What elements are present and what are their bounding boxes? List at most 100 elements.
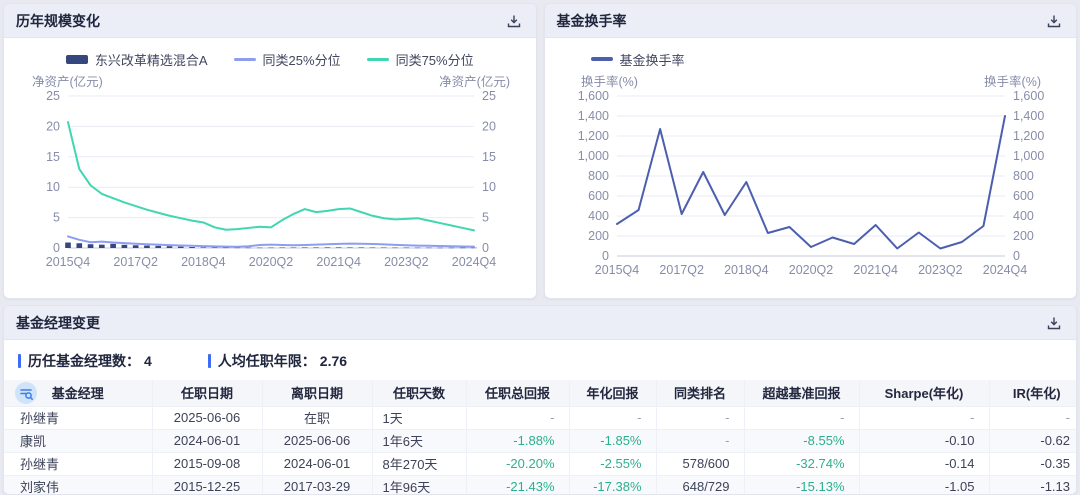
download-button[interactable] [1044,12,1064,30]
panel-turnover-header: 基金换手率 [545,4,1077,38]
svg-text:2024Q4: 2024Q4 [452,255,497,269]
table-cell: -17.38% [569,475,656,495]
legend-item-p75[interactable]: 同类75%分位 [367,50,474,69]
col-excess-return: 超越基准回报 [744,380,859,406]
turnover-legend: 基金换手率 [545,46,1077,72]
table-row: 孙继青2015-09-082024-06-018年270天-20.20%-2.5… [4,452,1077,475]
svg-text:200: 200 [1013,229,1034,243]
svg-text:2018Q4: 2018Q4 [724,263,769,277]
table-cell: - [656,429,744,452]
table-body: 孙继青2025-06-06在职1天------康凯2024-06-012025-… [4,406,1077,495]
svg-text:2015Q4: 2015Q4 [46,255,91,269]
panel-managers-title: 基金经理变更 [16,313,100,333]
svg-text:1,000: 1,000 [577,149,608,163]
table-cell: 1年96天 [372,475,466,495]
svg-text:5: 5 [53,211,60,225]
legend-item-fund[interactable]: 东兴改革精选混合A [66,50,208,69]
col-ir: IR(年化) [989,380,1077,406]
table-cell: -1.88% [466,429,569,452]
download-icon [507,14,521,28]
svg-text:25: 25 [46,89,60,103]
table-cell: -15.13% [744,475,859,495]
managers-table: 基金经理 任职日期 离职日期 任职天数 任职总回报 年化回报 同类排名 超越基准… [4,380,1077,495]
table-row: 刘家伟2015-12-252017-03-291年96天-21.43%-17.3… [4,475,1077,495]
legend-label: 同类75%分位 [396,50,474,69]
svg-text:200: 200 [588,229,609,243]
panel-managers-header: 基金经理变更 [4,306,1076,340]
table-cell: 2024-06-01 [262,452,372,475]
panel-turnover-title: 基金换手率 [557,11,627,31]
col-annualized-return: 年化回报 [569,380,656,406]
table-cell: -32.74% [744,452,859,475]
table-cell: 在职 [262,406,372,429]
svg-text:1,600: 1,600 [577,89,608,103]
svg-text:净资产(亿元): 净资产(亿元) [32,74,103,89]
svg-text:0: 0 [1013,249,1020,263]
table-cell: 1年6天 [372,429,466,452]
col-manager: 基金经理 [4,380,152,406]
svg-text:0: 0 [602,249,609,263]
svg-text:1,000: 1,000 [1013,149,1044,163]
svg-text:400: 400 [588,209,609,223]
table-cell: 孙继青 [4,406,152,429]
svg-text:2017Q2: 2017Q2 [659,263,704,277]
svg-text:10: 10 [482,180,496,194]
svg-text:净资产(亿元): 净资产(亿元) [439,74,510,89]
svg-text:5: 5 [482,211,489,225]
table-cell: 刘家伟 [4,475,152,495]
table-cell: -21.43% [466,475,569,495]
download-button[interactable] [504,12,524,30]
stat-value: 2.76 [320,353,347,369]
svg-text:2023Q2: 2023Q2 [918,263,963,277]
legend-label: 基金换手率 [620,50,685,69]
table-cell: 2024-06-01 [152,429,262,452]
col-total-return: 任职总回报 [466,380,569,406]
table-row: 康凯2024-06-012025-06-061年6天-1.88%-1.85%--… [4,429,1077,452]
svg-text:600: 600 [1013,189,1034,203]
table-cell: - [859,406,989,429]
column-label: 基金经理 [52,386,104,401]
svg-text:800: 800 [588,169,609,183]
svg-text:400: 400 [1013,209,1034,223]
stat-avg-tenure: 人均任职年限： 2.76 [208,351,347,371]
svg-text:2015Q4: 2015Q4 [594,263,639,277]
svg-text:1,200: 1,200 [577,129,608,143]
turnover-chart-area: 002002004004006006008008001,0001,0001,20… [545,72,1077,291]
table-cell: -1.85% [569,429,656,452]
line-swatch-icon [591,57,613,61]
line-swatch-icon [367,58,389,61]
panel-scale-title: 历年规模变化 [16,11,100,31]
col-end-date: 离职日期 [262,380,372,406]
table-cell: 2015-09-08 [152,452,262,475]
col-peer-rank: 同类排名 [656,380,744,406]
download-button[interactable] [1044,314,1064,332]
panel-turnover: 基金换手率 基金换手率 002002004004006006008008001,… [544,3,1078,299]
top-row: 历年规模变化 东兴改革精选混合A 同类25%分位 [3,3,1077,299]
table-cell: -0.10 [859,429,989,452]
table-cell: -0.35 [989,452,1077,475]
table-cell: 8年270天 [372,452,466,475]
svg-text:1,400: 1,400 [577,109,608,123]
stat-label: 历任基金经理数： [28,351,140,371]
svg-text:0: 0 [53,241,60,255]
legend-item-turnover[interactable]: 基金换手率 [591,50,685,69]
scale-legend: 东兴改革精选混合A 同类25%分位 同类75%分位 [4,46,536,72]
col-start-date: 任职日期 [152,380,262,406]
svg-text:1,200: 1,200 [1013,129,1044,143]
col-sharpe: Sharpe(年化) [859,380,989,406]
table-cell: 1天 [372,406,466,429]
svg-text:800: 800 [1013,169,1034,183]
line-swatch-icon [234,58,256,61]
scale-chart: 00551010151520202525净资产(亿元)净资产(亿元)2015Q4… [12,72,530,286]
manager-list-search-icon [14,381,38,406]
table-row: 孙继青2025-06-06在职1天------ [4,406,1077,429]
table-cell: 2025-06-06 [262,429,372,452]
table-cell: -20.20% [466,452,569,475]
panel-scale-header: 历年规模变化 [4,4,536,38]
download-icon [1047,316,1061,330]
svg-text:换手率(%): 换手率(%) [581,74,638,89]
legend-item-p25[interactable]: 同类25%分位 [234,50,341,69]
table-cell: -0.62 [989,429,1077,452]
svg-text:2018Q4: 2018Q4 [181,255,226,269]
table-cell: - [466,406,569,429]
